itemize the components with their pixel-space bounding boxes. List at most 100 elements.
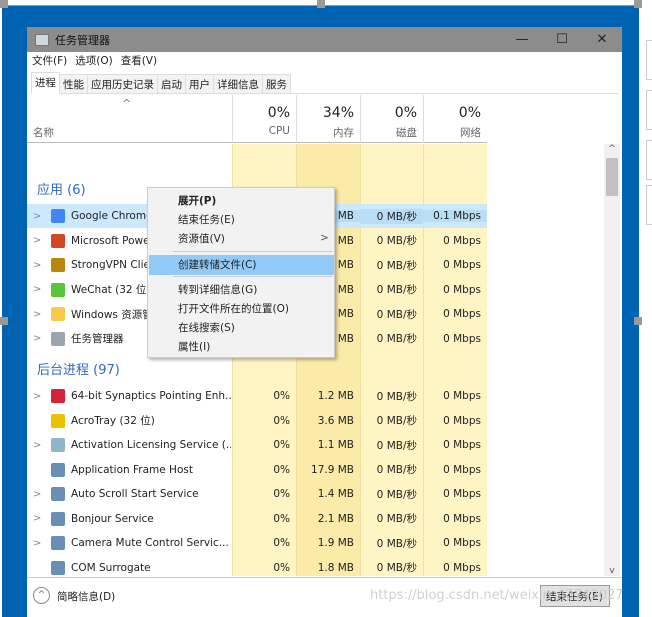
group-header: 后台进程 (97) <box>37 363 120 378</box>
title-bar: 任务管理器 — ☐ ✕ <box>27 27 622 52</box>
sort-arrow-icon[interactable]: ^ <box>122 97 131 110</box>
table-row[interactable]: Application Frame Host 0% 17.9 MB 0 MB/秒 0 M… <box>27 458 487 482</box>
chevron-right-icon[interactable]: > <box>33 391 47 402</box>
resize-handle[interactable] <box>0 317 8 325</box>
cell-net: 0 Mbps <box>443 488 481 500</box>
cell-mem: 2.1 MB <box>317 512 354 525</box>
side-panel <box>646 90 652 130</box>
resize-handle[interactable] <box>0 0 8 8</box>
app-window-icon <box>51 511 65 526</box>
context-menu-item[interactable]: 打开文件所在的位置(O) <box>149 299 334 319</box>
cell-disk: 0 MB/秒 <box>376 464 417 476</box>
resize-handle[interactable] <box>634 0 642 8</box>
tab-4[interactable]: 用户 <box>186 74 214 94</box>
cell-mem: 3.6 MB <box>317 414 354 427</box>
table-row[interactable]: COM Surrogate 0% 1.8 MB 0 MB/秒 0 Mbps <box>27 556 487 577</box>
column-label: 内存 <box>333 127 354 139</box>
context-menu-item[interactable]: 转到详细信息(G) <box>149 280 334 300</box>
maximize-button[interactable]: ☐ <box>542 27 582 52</box>
table-row[interactable]: > Activation Licensing Service (... 0% 1.1 … <box>27 433 487 457</box>
process-name: Activation Licensing Service (... <box>71 439 231 451</box>
cell-cpu: 0% <box>273 488 290 500</box>
menu-options[interactable]: 选项(O) <box>75 53 112 68</box>
powerpoint-icon <box>51 233 65 248</box>
column-header-磁盘[interactable]: 0% 磁盘 <box>360 95 423 143</box>
cell-cpu: 0% <box>273 537 290 549</box>
column-label: 磁盘 <box>396 127 417 139</box>
context-menu: 展开(P) 结束任务(E) 资源值(V) > 创建转储文件(C) 转到详细信息(G) 打开文… <box>147 187 335 358</box>
fewer-details-link[interactable]: 简略信息(D) <box>57 589 115 604</box>
tab-0[interactable]: 进程 <box>31 72 60 94</box>
context-menu-item[interactable]: 创建转储文件(C) <box>149 255 334 275</box>
menu-view[interactable]: 查看(V) <box>121 53 157 68</box>
cell-net: 0 Mbps <box>443 439 481 451</box>
context-menu-item[interactable]: 在线搜索(S) <box>149 318 334 338</box>
chevron-right-icon[interactable]: > <box>33 538 47 549</box>
process-name: Bonjour Service <box>71 512 154 525</box>
cell-cpu: 0% <box>273 463 290 476</box>
license-icon <box>51 438 65 452</box>
task-manager-icon <box>35 33 49 46</box>
table-row[interactable]: >64-bit Synaptics Pointing Enh... 0% 1.2 M… <box>27 384 487 408</box>
chevron-right-icon[interactable]: > <box>33 489 47 500</box>
cell-net: 0.1 Mbps <box>423 210 487 222</box>
side-panel <box>646 140 652 180</box>
column-header-内存[interactable]: 34% 内存 <box>296 95 360 143</box>
chevron-right-icon[interactable]: > <box>33 260 47 271</box>
scroll-up-icon[interactable]: ^ <box>604 144 620 154</box>
cell-disk: 0 MB/秒 <box>376 415 417 427</box>
scrollbar[interactable]: ^ v <box>604 144 620 576</box>
minimize-button[interactable]: — <box>502 27 542 52</box>
context-menu-item[interactable]: 展开(P) <box>149 191 334 211</box>
tab-1[interactable]: 性能 <box>60 74 88 94</box>
cell-disk: 0 MB/秒 <box>376 284 417 296</box>
context-menu-item[interactable]: 资源值(V) <box>149 229 334 249</box>
chevron-right-icon[interactable]: > <box>33 211 47 222</box>
tab-2[interactable]: 应用历史记录 <box>88 74 158 94</box>
cell-disk: 0 MB/秒 <box>376 513 417 525</box>
cell-net: 0 Mbps <box>443 561 481 574</box>
table-row[interactable]: AcroTray (32 位) 0% 3.6 MB 0 MB/秒 0 Mbps <box>27 409 487 433</box>
column-header-网络[interactable]: 0% 网络 <box>423 95 487 143</box>
table-row[interactable]: > Bonjour Service 0% 2.1 MB 0 MB/秒 0 Mbps <box>27 507 487 531</box>
chevron-right-icon[interactable]: > <box>33 513 47 524</box>
cell-cpu: 0% <box>273 414 290 427</box>
cell-net: 0 Mbps <box>443 414 481 427</box>
table-row[interactable]: > Auto Scroll Start Service 0% 1.4 MB 0 MB/秒… <box>27 482 487 506</box>
cell-disk: 0 MB/秒 <box>376 488 417 501</box>
chevron-right-icon[interactable]: > <box>33 309 47 320</box>
cell-disk: 0 MB/秒 <box>376 259 417 272</box>
menu-file[interactable]: 文件(F) <box>32 53 67 68</box>
column-label: 网络 <box>460 127 481 139</box>
resize-handle[interactable] <box>634 317 642 325</box>
tab-3[interactable]: 启动 <box>158 74 186 94</box>
chevron-right-icon[interactable]: > <box>33 333 47 344</box>
tab-5[interactable]: 详细信息 <box>214 74 263 94</box>
window-title: 任务管理器 <box>55 33 110 47</box>
close-button[interactable]: ✕ <box>582 27 622 52</box>
synaptics-icon <box>51 389 65 403</box>
cell-net: 0 Mbps <box>443 283 481 296</box>
chevron-right-icon[interactable]: > <box>33 284 47 295</box>
cell-disk: 0 MB/秒 <box>376 235 417 247</box>
strongvpn-icon <box>51 258 65 272</box>
table-row[interactable]: > Camera Mute Control Servic... 0% 1.9 MB 0 … <box>27 531 487 555</box>
chevron-right-icon[interactable]: > <box>33 440 47 451</box>
cell-disk: 0 MB/秒 <box>376 333 417 345</box>
cell-disk: 0 MB/秒 <box>360 208 423 224</box>
context-menu-item[interactable]: 属性(I) <box>149 337 334 357</box>
scroll-thumb[interactable] <box>606 158 618 196</box>
resize-handle[interactable] <box>317 0 325 8</box>
process-name: 64-bit Synaptics Pointing Enh... <box>71 390 231 402</box>
chevron-up-icon[interactable]: ^ <box>33 587 50 604</box>
chevron-right-icon[interactable]: > <box>33 235 47 246</box>
process-name: COM Surrogate <box>71 561 151 574</box>
tab-6[interactable]: 服务 <box>263 74 291 94</box>
column-header: ^ 名称 0% CPU 34% 内存 0% 磁盘 0% 网络 <box>27 95 487 143</box>
scroll-down-icon[interactable]: v <box>604 566 620 576</box>
column-header-CPU[interactable]: 0% CPU <box>232 95 296 143</box>
column-percent: 0% <box>394 105 417 121</box>
context-menu-item[interactable]: 结束任务(E) <box>149 210 334 230</box>
process-name: Auto Scroll Start Service <box>71 488 199 500</box>
column-name[interactable]: 名称 <box>33 125 54 140</box>
